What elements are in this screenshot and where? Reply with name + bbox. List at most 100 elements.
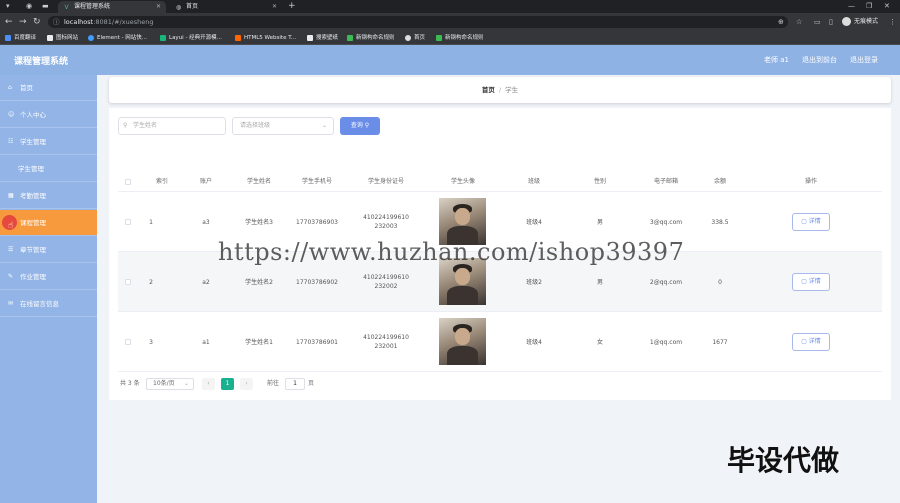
chevron-down-icon: ⌄ [183, 380, 189, 387]
id-line: 232003 [374, 223, 398, 230]
bookmark-label: 百度翻译 [14, 35, 37, 41]
info-icon: ⓘ [53, 18, 60, 26]
bookmark-item[interactable]: 百度翻译 [5, 33, 36, 43]
message-icon: ✉ [8, 300, 14, 307]
column-header: 班级 [527, 178, 540, 185]
row-checkbox[interactable] [125, 339, 131, 345]
bookmark-item[interactable]: HTML5 Website T... [235, 33, 296, 43]
app-header: 课程管理系统 老师 a1 退出到前台 退出登录 [0, 45, 900, 75]
next-page-button[interactable]: › [240, 378, 253, 390]
home-icon: ⌂ [8, 84, 12, 91]
tab-inactive[interactable]: ◍ 首页 ✕ [170, 1, 282, 13]
select-all-checkbox[interactable] [125, 179, 131, 185]
document-icon: ▢ [801, 278, 807, 285]
chrome-icon[interactable]: ◉ [26, 0, 32, 12]
sidebar-item-student-management[interactable]: ☷ 学生管理 [0, 129, 97, 155]
id-line: 232001 [374, 343, 398, 350]
student-name-input[interactable]: ⚲ 学生姓名 [118, 117, 226, 135]
doc-icon [436, 35, 442, 41]
sidebar-item-homework[interactable]: ✎ 作业管理 [0, 264, 97, 290]
overlay-caption: 毕设代做 [727, 444, 840, 477]
zoom-icon[interactable]: ⊕ [778, 17, 784, 27]
list-icon: ☰ [8, 246, 14, 253]
cell-id-number: 410224199610 232001 [346, 312, 426, 372]
bookmark-item[interactable]: 首页 [405, 33, 425, 43]
search-icon: ⚲ [123, 122, 128, 129]
maximize-icon[interactable]: ❐ [866, 0, 872, 12]
cell-gender: 女 [596, 338, 603, 346]
bookmark-item[interactable]: 新钢构命名规则 [347, 33, 395, 43]
forward-icon[interactable]: → [19, 16, 27, 28]
layui-icon [160, 35, 166, 41]
breadcrumb: 首页 / 学生 [109, 77, 891, 103]
globe-icon [405, 35, 411, 41]
prev-page-button[interactable]: ‹ [202, 378, 215, 390]
goto-label: 前往 [267, 380, 280, 387]
cast-icon[interactable]: ▭ [814, 17, 821, 27]
tab-active[interactable]: V 课程管理系统 ✕ [58, 1, 166, 13]
detail-button-label: 详情 [808, 338, 821, 345]
bookmark-item[interactable]: 新钢构命名规则 [436, 33, 484, 43]
star-icon[interactable]: ☆ [796, 17, 802, 27]
reload-icon[interactable]: ↻ [33, 16, 41, 28]
table-header: 索引 账户 学生姓名 学生手机号 学生身份证号 学生头像 班级 性别 电子邮箱 … [118, 172, 882, 192]
id-line: 410224199610 [363, 334, 409, 341]
bookmark-item[interactable]: Element - 网站快... [88, 33, 147, 43]
window-close-icon[interactable]: ✕ [884, 0, 890, 12]
cell-name: 学生姓名1 [245, 338, 273, 346]
user-icon: ☺ [8, 111, 15, 118]
detail-button[interactable]: ▢ 详情 [792, 213, 830, 231]
page-1-button[interactable]: 1 [221, 378, 234, 390]
window-icon[interactable]: ▬ [42, 0, 49, 12]
back-icon[interactable]: ← [5, 16, 13, 28]
new-tab-icon[interactable]: + [288, 0, 296, 12]
logout-link[interactable]: 退出登录 [850, 55, 878, 65]
sidebar-item-label: 个人中心 [20, 111, 46, 119]
tab-search-icon[interactable]: ▾ [6, 0, 10, 12]
site-icon [47, 35, 53, 41]
sidebar-item-label: 学生管理 [18, 165, 44, 173]
v-logo-icon: V [64, 4, 69, 11]
sidepanel-icon[interactable]: ▯ [829, 17, 833, 27]
detail-button[interactable]: ▢ 详情 [792, 273, 830, 291]
current-user: 老师 a1 [764, 56, 789, 64]
detail-button[interactable]: ▢ 详情 [792, 333, 830, 351]
sidebar-item-messages[interactable]: ✉ 在线留言信息 [0, 291, 97, 317]
id-line: 410224199610 [363, 274, 409, 281]
bookmark-item[interactable]: 图标网站 [47, 33, 78, 43]
back-to-front-link[interactable]: 退出到前台 [802, 55, 837, 65]
goto-page-input[interactable]: 1 [285, 378, 305, 390]
users-icon: ☷ [8, 138, 14, 145]
bookmark-item[interactable]: Layui - 经典开源模... [160, 33, 222, 43]
sidebar-item-home[interactable]: ⌂ 首页 [0, 75, 97, 101]
sidebar-item-label: 首页 [20, 84, 33, 92]
sidebar-item-profile[interactable]: ☺ 个人中心 [0, 102, 97, 128]
close-icon[interactable]: ✕ [156, 1, 161, 13]
bookmark-item[interactable]: 搜索壁纸 [307, 33, 338, 43]
row-checkbox[interactable] [125, 279, 131, 285]
page-size-select[interactable]: 10条/页 ⌄ [146, 378, 194, 390]
sidebar-subitem-student[interactable]: 学生管理 [0, 156, 97, 182]
sidebar-item-chapter[interactable]: ☰ 章节管理 [0, 237, 97, 263]
id-line: 232002 [374, 283, 398, 290]
column-header: 余额 [713, 178, 726, 185]
column-header: 电子邮箱 [653, 178, 678, 185]
class-select[interactable]: 请选择班级 ⌄ [232, 117, 334, 135]
sidebar-item-attendance[interactable]: ▦ 考勤管理 [0, 183, 97, 209]
url-input[interactable]: ⓘ localhost:8081/#/xuesheng [48, 16, 788, 28]
breadcrumb-home[interactable]: 首页 [482, 86, 495, 94]
menu-dots-icon[interactable]: ⋮ [889, 17, 896, 27]
document-icon: ▢ [801, 218, 807, 225]
input-placeholder: 学生姓名 [133, 122, 158, 129]
bookmark-label: 搜索壁纸 [316, 35, 339, 41]
url-host: localhost [64, 18, 94, 26]
wallpaper-icon [307, 35, 313, 41]
row-checkbox[interactable] [125, 219, 131, 225]
profile-button[interactable]: 无痕模式 [842, 16, 878, 28]
minimize-icon[interactable]: — [848, 0, 855, 12]
close-icon[interactable]: ✕ [272, 1, 277, 13]
sidebar-item-label: 在线留言信息 [20, 300, 59, 308]
query-button[interactable]: 查询 ⚲ [340, 117, 380, 135]
sidebar-item-label: 学生管理 [20, 138, 46, 146]
sidebar-item-label: 考勤管理 [20, 192, 46, 200]
